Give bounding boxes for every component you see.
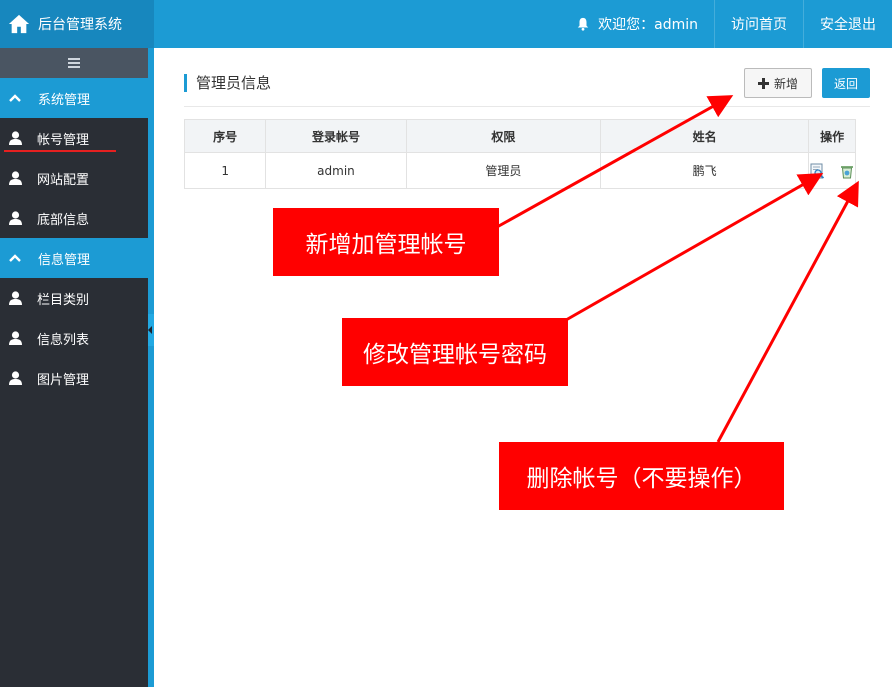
delete-icon[interactable] [839,163,855,179]
cell-account: admin [265,152,407,189]
cell-actions [808,152,856,189]
welcome-user: 欢迎您：admin [560,0,714,48]
column-header: 登录帐号 [265,119,407,153]
sidebar-toggle[interactable] [0,48,148,78]
user-icon [9,211,22,225]
brand[interactable]: 后台管理系统 [0,0,154,48]
cell-role: 管理员 [405,152,602,189]
column-header: 姓名 [600,119,810,153]
active-underline [4,150,116,152]
welcome-text: 欢迎您：admin [598,17,698,33]
logout-link[interactable]: 安全退出 [803,0,892,48]
chevron-up-icon [9,94,21,102]
sidebar-item-account[interactable]: 帐号管理 [0,118,148,158]
sidebar-item-categories[interactable]: 栏目类别 [0,278,148,318]
sidebar-item-label: 网站配置 [37,172,90,188]
column-header: 序号 [183,119,267,153]
top-bar: 后台管理系统 欢迎您：admin 访问首页 安全退出 [0,0,892,48]
title-divider [184,106,870,107]
user-icon [9,371,22,385]
callout-add: 新增加管理帐号 [273,208,499,276]
page-title: 管理员信息 [184,74,271,92]
sidebar-group-label: 信息管理 [38,252,91,268]
add-button-label: 新增 [773,76,798,91]
plus-icon [757,77,769,89]
table-row: 1 admin 管理员 鹏飞 [183,152,856,189]
callout-delete: 删除帐号（不要操作） [499,442,784,510]
column-header: 操作 [808,119,856,153]
add-button[interactable]: 新增 [744,68,812,98]
sidebar-item-label: 底部信息 [37,212,90,228]
column-header: 权限 [405,119,602,153]
table-header-row: 序号 登录帐号 权限 姓名 操作 [183,119,856,153]
user-icon [9,131,22,145]
back-button[interactable]: 返回 [822,68,870,98]
admin-table: 序号 登录帐号 权限 姓名 操作 1 admin 管理员 鹏飞 [183,119,856,189]
sidebar-item-info-list[interactable]: 信息列表 [0,318,148,358]
sidebar-group-info[interactable]: 信息管理 [0,238,148,278]
bell-icon [577,17,589,31]
hamburger-icon [68,58,80,68]
sidebar-group-system[interactable]: 系统管理 [0,78,148,118]
edit-icon[interactable] [809,163,825,179]
sidebar-item-images[interactable]: 图片管理 [0,358,148,398]
app-title: 后台管理系统 [38,17,122,33]
sidebar-item-site-config[interactable]: 网站配置 [0,158,148,198]
callout-edit: 修改管理帐号密码 [342,318,568,386]
collapse-arrow-icon [148,326,152,334]
user-icon [9,331,22,345]
sidebar-item-label: 帐号管理 [37,132,90,148]
sidebar-item-footer-info[interactable]: 底部信息 [0,198,148,238]
sidebar-item-label: 图片管理 [37,372,90,388]
chevron-up-icon [9,254,21,262]
cell-index: 1 [183,152,267,189]
top-nav: 欢迎您：admin 访问首页 安全退出 [560,0,892,48]
visit-home-link[interactable]: 访问首页 [714,0,803,48]
home-icon [8,14,30,34]
cell-name: 鹏飞 [600,152,810,189]
user-icon [9,171,22,185]
sidebar: 系统管理 帐号管理 网站配置 底部信息 信息管理 栏目类别 信息列表 图片管理 [0,48,148,687]
sidebar-item-label: 栏目类别 [37,292,90,308]
sidebar-group-label: 系统管理 [38,92,91,108]
sidebar-item-label: 信息列表 [37,332,90,348]
user-icon [9,291,22,305]
